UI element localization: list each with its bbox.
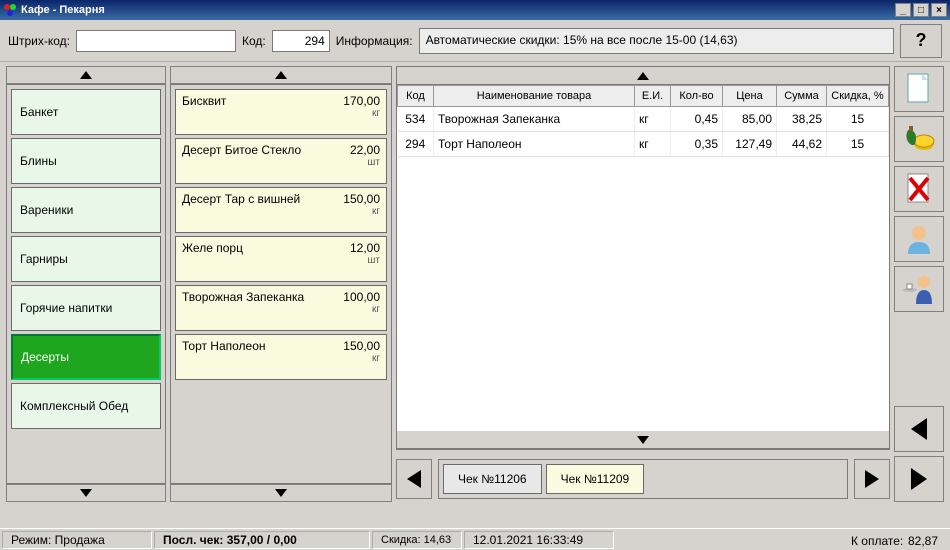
grid-scroll-up[interactable]: [397, 67, 889, 85]
col-disc[interactable]: Скидка, %: [827, 86, 889, 107]
product-item[interactable]: Творожная Запеканка100,00кг: [175, 285, 387, 331]
product-item[interactable]: Бисквит170,00кг: [175, 89, 387, 135]
product-item[interactable]: Торт Наполеон150,00кг: [175, 334, 387, 380]
category-item[interactable]: Горячие напитки: [11, 285, 161, 331]
receipt-column: Код Наименование товара Е.И. Кол-во Цена…: [396, 66, 890, 502]
side-button-bar: [894, 66, 944, 502]
payment-button[interactable]: [894, 116, 944, 162]
receipt-tab[interactable]: Чек №11209: [546, 464, 645, 494]
product-name: Желе порц: [182, 241, 350, 277]
receipt-tab[interactable]: Чек №11206: [443, 464, 542, 494]
col-name[interactable]: Наименование товара: [434, 86, 635, 107]
product-unit: кг: [343, 206, 380, 217]
tabs-next[interactable]: [854, 459, 890, 499]
product-item[interactable]: Желе порц12,00шт: [175, 236, 387, 282]
product-scroll-down[interactable]: [170, 484, 392, 502]
waiter-icon: [902, 272, 936, 306]
new-receipt-button[interactable]: [894, 66, 944, 112]
category-item[interactable]: Гарниры: [11, 236, 161, 282]
receipt-tabs: Чек №11206Чек №11209: [438, 459, 848, 499]
product-unit: кг: [343, 108, 380, 119]
doc-icon: [905, 72, 933, 106]
main-area: БанкетБлиныВареникиГарнирыГорячие напитк…: [0, 62, 950, 502]
status-datetime: 12.01.2021 16:33:49: [464, 531, 614, 549]
category-list: БанкетБлиныВареникиГарнирыГорячие напитк…: [6, 84, 166, 484]
product-price: 12,00: [350, 241, 380, 255]
product-unit: кг: [343, 304, 380, 315]
money-icon: [902, 124, 936, 154]
receipt-tabs-row: Чек №11206Чек №11209: [396, 456, 890, 502]
product-unit: шт: [350, 255, 380, 266]
product-item[interactable]: Десерт Битое Стекло22,00шт: [175, 138, 387, 184]
code-label: Код:: [242, 34, 266, 48]
maximize-button[interactable]: □: [913, 3, 929, 17]
product-column: Бисквит170,00кгДесерт Битое Стекло22,00ш…: [170, 66, 392, 502]
window-titlebar: Кафе - Пекарня _ □ ×: [0, 0, 950, 20]
customer-button[interactable]: [894, 216, 944, 262]
product-item[interactable]: Десерт Тар с вишней150,00кг: [175, 187, 387, 233]
info-label: Информация:: [336, 34, 413, 48]
product-price: 150,00: [343, 339, 380, 353]
product-name: Десерт Битое Стекло: [182, 143, 350, 179]
delete-icon: [904, 172, 934, 206]
product-unit: кг: [343, 353, 380, 364]
product-name: Творожная Запеканка: [182, 290, 343, 326]
category-item[interactable]: Десерты: [11, 334, 161, 380]
top-info-row: Штрих-код: Код: Информация: Автоматическ…: [0, 20, 950, 62]
product-name: Бисквит: [182, 94, 343, 130]
col-sum[interactable]: Сумма: [777, 86, 827, 107]
back-button[interactable]: [894, 406, 944, 452]
status-bar: Режим: Продажа Посл. чек: 357,00 / 0,00 …: [0, 528, 950, 550]
category-scroll-down[interactable]: [6, 484, 166, 502]
barcode-input[interactable]: [76, 30, 236, 52]
product-name: Торт Наполеон: [182, 339, 343, 375]
product-list: Бисквит170,00кгДесерт Битое Стекло22,00ш…: [170, 84, 392, 484]
category-item[interactable]: Комплексный Обед: [11, 383, 161, 429]
person-icon: [904, 222, 934, 256]
waiter-button[interactable]: [894, 266, 944, 312]
code-input[interactable]: [272, 30, 330, 52]
category-item[interactable]: Банкет: [11, 89, 161, 135]
delete-button[interactable]: [894, 166, 944, 212]
info-text: Автоматические скидки: 15% на все после …: [419, 28, 894, 54]
product-price: 150,00: [343, 192, 380, 206]
table-row[interactable]: 534Творожная Запеканкакг0,4585,0038,2515: [398, 107, 889, 132]
product-price: 170,00: [343, 94, 380, 108]
triangle-right-icon: [911, 468, 927, 490]
triangle-left-icon: [911, 418, 927, 440]
category-scroll-up[interactable]: [6, 66, 166, 84]
grid-scroll-down[interactable]: [397, 431, 889, 449]
receipt-table: Код Наименование товара Е.И. Кол-во Цена…: [397, 85, 889, 157]
status-last-check: Посл. чек: 357,00 / 0,00: [154, 531, 370, 549]
category-item[interactable]: Вареники: [11, 187, 161, 233]
close-button[interactable]: ×: [931, 3, 947, 17]
category-item[interactable]: Блины: [11, 138, 161, 184]
category-column: БанкетБлиныВареникиГарнирыГорячие напитк…: [6, 66, 166, 502]
minimize-button[interactable]: _: [895, 3, 911, 17]
table-row[interactable]: 294Торт Наполеонкг0,35127,4944,6215: [398, 132, 889, 157]
barcode-label: Штрих-код:: [8, 34, 70, 48]
col-code[interactable]: Код: [398, 86, 434, 107]
status-discount: Скидка: 14,63: [372, 531, 462, 549]
receipt-grid: Код Наименование товара Е.И. Кол-во Цена…: [396, 66, 890, 450]
help-button[interactable]: ?: [900, 24, 942, 58]
product-scroll-up[interactable]: [170, 66, 392, 84]
col-price[interactable]: Цена: [723, 86, 777, 107]
product-unit: шт: [350, 157, 380, 168]
status-mode: Режим: Продажа: [2, 531, 152, 549]
window-title: Кафе - Пекарня: [21, 4, 893, 16]
status-total: К оплате: 82,87: [851, 530, 948, 550]
app-icon: [3, 3, 17, 17]
col-qty[interactable]: Кол-во: [671, 86, 723, 107]
tabs-prev[interactable]: [396, 459, 432, 499]
product-price: 22,00: [350, 143, 380, 157]
col-unit[interactable]: Е.И.: [635, 86, 671, 107]
forward-button[interactable]: [894, 456, 944, 502]
product-name: Десерт Тар с вишней: [182, 192, 343, 228]
product-price: 100,00: [343, 290, 380, 304]
